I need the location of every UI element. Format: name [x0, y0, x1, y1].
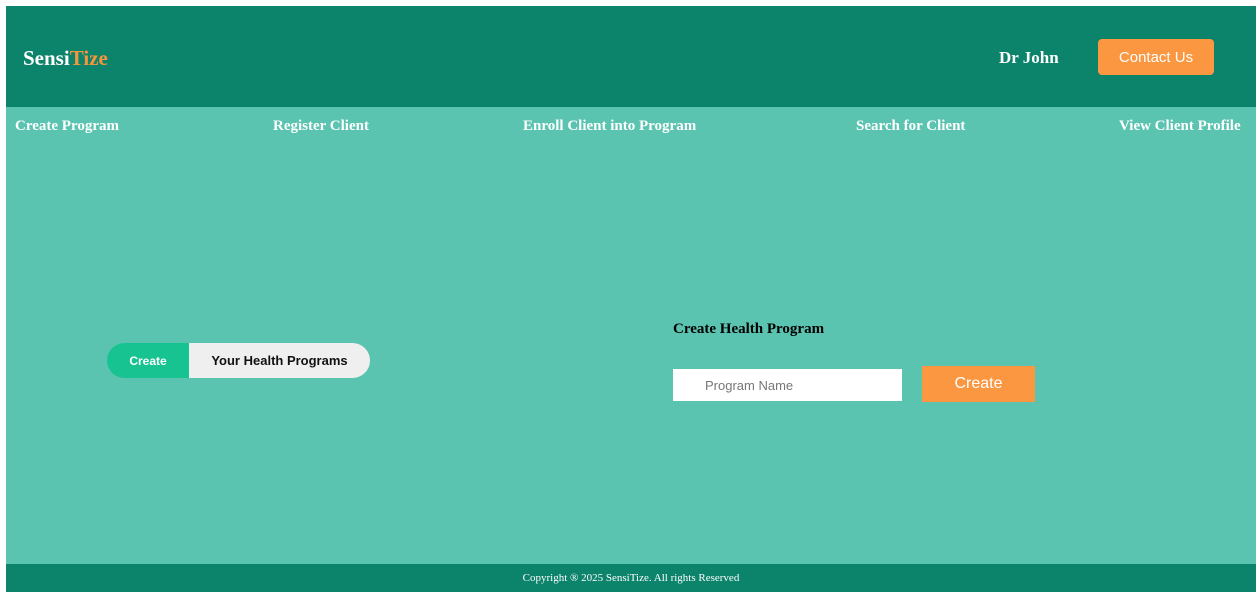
- page: SensiTize Dr John Contact Us Create Prog…: [6, 6, 1256, 592]
- main-nav: Create Program Register Client Enroll Cl…: [6, 107, 1256, 143]
- nav-create-program[interactable]: Create Program: [15, 118, 119, 135]
- nav-search-client[interactable]: Search for Client: [856, 118, 965, 135]
- copyright-text: Copyright ® 2025 SensiTize. All rights R…: [522, 572, 740, 584]
- brand-text-sensi: Sensi: [23, 46, 70, 70]
- create-program-button[interactable]: Create: [922, 366, 1035, 402]
- form-title: Create Health Program: [673, 321, 825, 337]
- brand-logo[interactable]: SensiTize: [23, 46, 108, 71]
- footer: Copyright ® 2025 SensiTize. All rights R…: [6, 564, 1256, 592]
- nav-view-client-profile[interactable]: View Client Profile: [1119, 118, 1241, 135]
- nav-enroll-client[interactable]: Enroll Client into Program: [523, 118, 696, 135]
- program-view-toggle: Create Your Health Programs: [107, 343, 370, 378]
- toggle-your-programs-tab[interactable]: Your Health Programs: [189, 343, 370, 378]
- program-name-input[interactable]: [673, 369, 902, 401]
- toggle-create-tab[interactable]: Create: [107, 343, 189, 378]
- nav-register-client[interactable]: Register Client: [273, 118, 369, 135]
- contact-us-button[interactable]: Contact Us: [1098, 39, 1214, 75]
- header: SensiTize Dr John Contact Us: [6, 6, 1256, 107]
- user-name: Dr John: [999, 48, 1059, 67]
- brand-text-tize: Tize: [69, 46, 108, 70]
